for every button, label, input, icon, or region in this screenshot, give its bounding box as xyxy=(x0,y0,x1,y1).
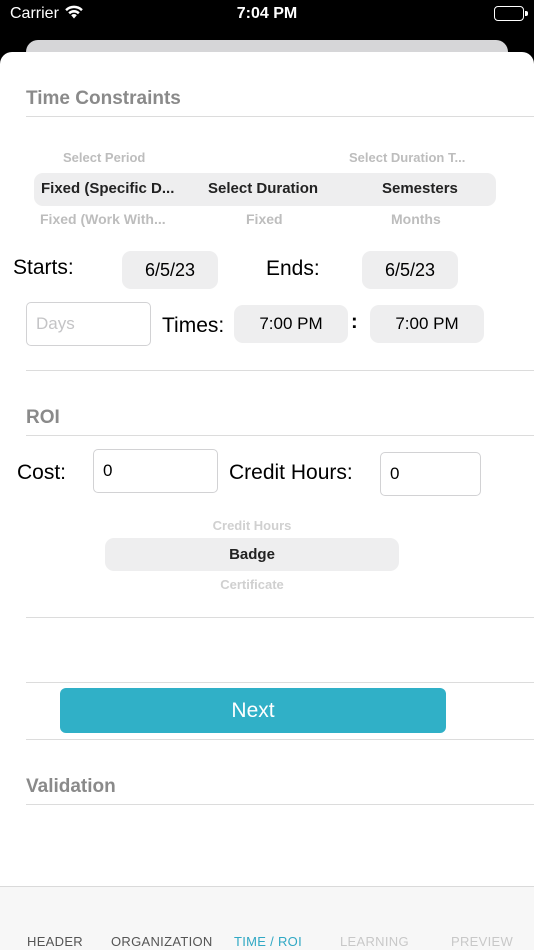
tab-bar: HEADER ORGANIZATION TIME / ROI LEARNING … xyxy=(0,886,534,950)
period-picker-above[interactable]: Select Period xyxy=(63,150,145,165)
next-button[interactable]: Next xyxy=(60,688,446,733)
start-date-picker[interactable]: 6/5/23 xyxy=(122,251,218,289)
period-picker-selected[interactable]: Fixed (Specific D... xyxy=(41,180,174,197)
tab-header[interactable]: HEADER xyxy=(27,934,83,949)
start-time-picker[interactable]: 7:00 PM xyxy=(234,305,348,343)
type-picker-above[interactable]: Credit Hours xyxy=(0,518,504,533)
times-label: Times: xyxy=(162,314,225,337)
days-input[interactable]: Days xyxy=(26,302,151,346)
unit-picker-above[interactable]: Select Duration T... xyxy=(349,150,465,165)
unit-picker-below[interactable]: Months xyxy=(391,211,441,227)
starts-label: Starts: xyxy=(13,256,74,279)
type-picker-selected[interactable]: Badge xyxy=(0,546,504,563)
period-picker-below[interactable]: Fixed (Work With... xyxy=(40,211,166,227)
duration-picker-selected[interactable]: Select Duration xyxy=(208,180,318,197)
cost-input[interactable]: 0 xyxy=(93,449,218,493)
type-picker-below[interactable]: Certificate xyxy=(0,577,504,592)
divider xyxy=(26,617,534,618)
tab-time-roi[interactable]: TIME / ROI xyxy=(234,934,302,949)
end-date-picker[interactable]: 6/5/23 xyxy=(362,251,458,289)
battery-tip xyxy=(525,11,528,16)
divider xyxy=(26,682,534,683)
divider xyxy=(26,804,534,805)
roi-title: ROI xyxy=(26,407,60,428)
form-sheet: Time Constraints Select Period Fixed (Sp… xyxy=(0,52,534,950)
tab-learning[interactable]: LEARNING xyxy=(340,934,409,949)
tab-organization[interactable]: ORGANIZATION xyxy=(111,934,213,949)
duration-picker-below[interactable]: Fixed xyxy=(246,211,283,227)
status-time: 7:04 PM xyxy=(236,5,298,22)
end-time-picker[interactable]: 7:00 PM xyxy=(370,305,484,343)
time-separator: : xyxy=(351,311,358,333)
credit-hours-label: Credit Hours: xyxy=(229,461,353,484)
divider xyxy=(26,739,534,740)
divider xyxy=(26,435,534,436)
divider xyxy=(26,116,534,117)
unit-picker-selected[interactable]: Semesters xyxy=(382,180,458,197)
time-constraints-title: Time Constraints xyxy=(26,88,181,109)
tab-preview[interactable]: PREVIEW xyxy=(451,934,513,949)
ends-label: Ends: xyxy=(266,257,320,280)
status-bar: Carrier 7:04 PM xyxy=(0,0,534,36)
divider xyxy=(26,370,534,371)
credit-hours-input[interactable]: 0 xyxy=(380,452,481,496)
cost-label: Cost: xyxy=(17,461,67,484)
battery-icon xyxy=(494,6,524,21)
validation-title: Validation xyxy=(26,776,116,797)
